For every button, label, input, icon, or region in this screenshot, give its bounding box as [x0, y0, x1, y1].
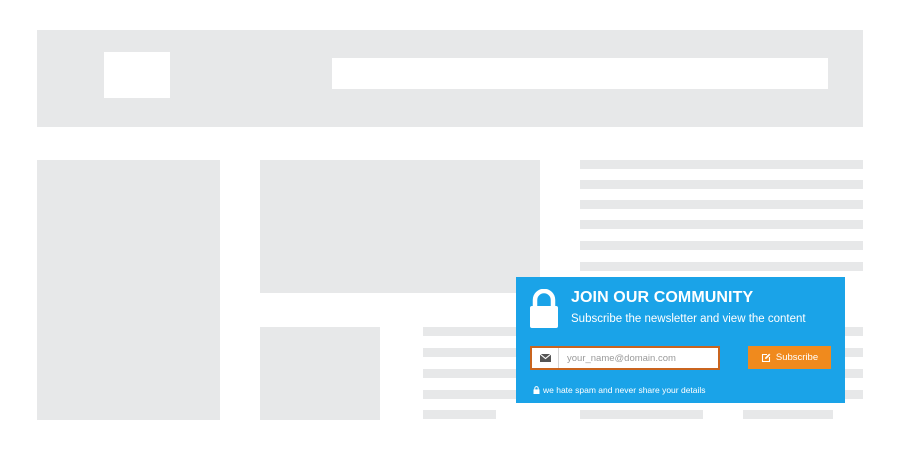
text-line-placeholder	[423, 348, 516, 357]
logo-placeholder	[104, 52, 170, 98]
featured-image-placeholder	[260, 160, 540, 293]
nav-bar-placeholder	[332, 58, 828, 89]
text-line-placeholder	[580, 160, 863, 169]
text-line-placeholder	[423, 327, 516, 336]
text-line-placeholder	[845, 390, 863, 399]
lock-icon	[530, 289, 558, 328]
text-line-placeholder	[423, 410, 496, 419]
text-line-placeholder	[845, 348, 863, 357]
text-line-placeholder	[580, 200, 863, 209]
popup-subtitle: Subscribe the newsletter and view the co…	[571, 313, 806, 325]
popup-title: JOIN OUR COMMUNITY	[571, 289, 754, 306]
text-line-placeholder	[580, 180, 863, 189]
newsletter-popup: JOIN OUR COMMUNITY Subscribe the newslet…	[516, 277, 845, 403]
envelope-icon	[532, 348, 559, 368]
text-line-placeholder	[580, 220, 863, 229]
edit-icon	[761, 353, 771, 362]
text-line-placeholder	[580, 410, 703, 419]
text-line-placeholder	[423, 369, 516, 378]
text-line-placeholder	[845, 327, 863, 336]
spam-note: we hate spam and never share your detail…	[533, 385, 706, 395]
text-line-placeholder	[580, 241, 863, 250]
small-lock-icon	[533, 386, 540, 394]
spam-note-text: we hate spam and never share your detail…	[543, 385, 706, 395]
subscribe-button[interactable]: Subscribe	[748, 346, 831, 369]
text-line-placeholder	[845, 369, 863, 378]
email-input[interactable]	[559, 348, 718, 368]
thumbnail-placeholder	[260, 327, 380, 420]
sidebar-block-placeholder	[37, 160, 220, 420]
text-line-placeholder	[580, 262, 863, 271]
text-line-placeholder	[423, 390, 516, 399]
subscribe-label: Subscribe	[775, 352, 819, 363]
email-field	[530, 346, 720, 370]
text-line-placeholder	[743, 410, 833, 419]
